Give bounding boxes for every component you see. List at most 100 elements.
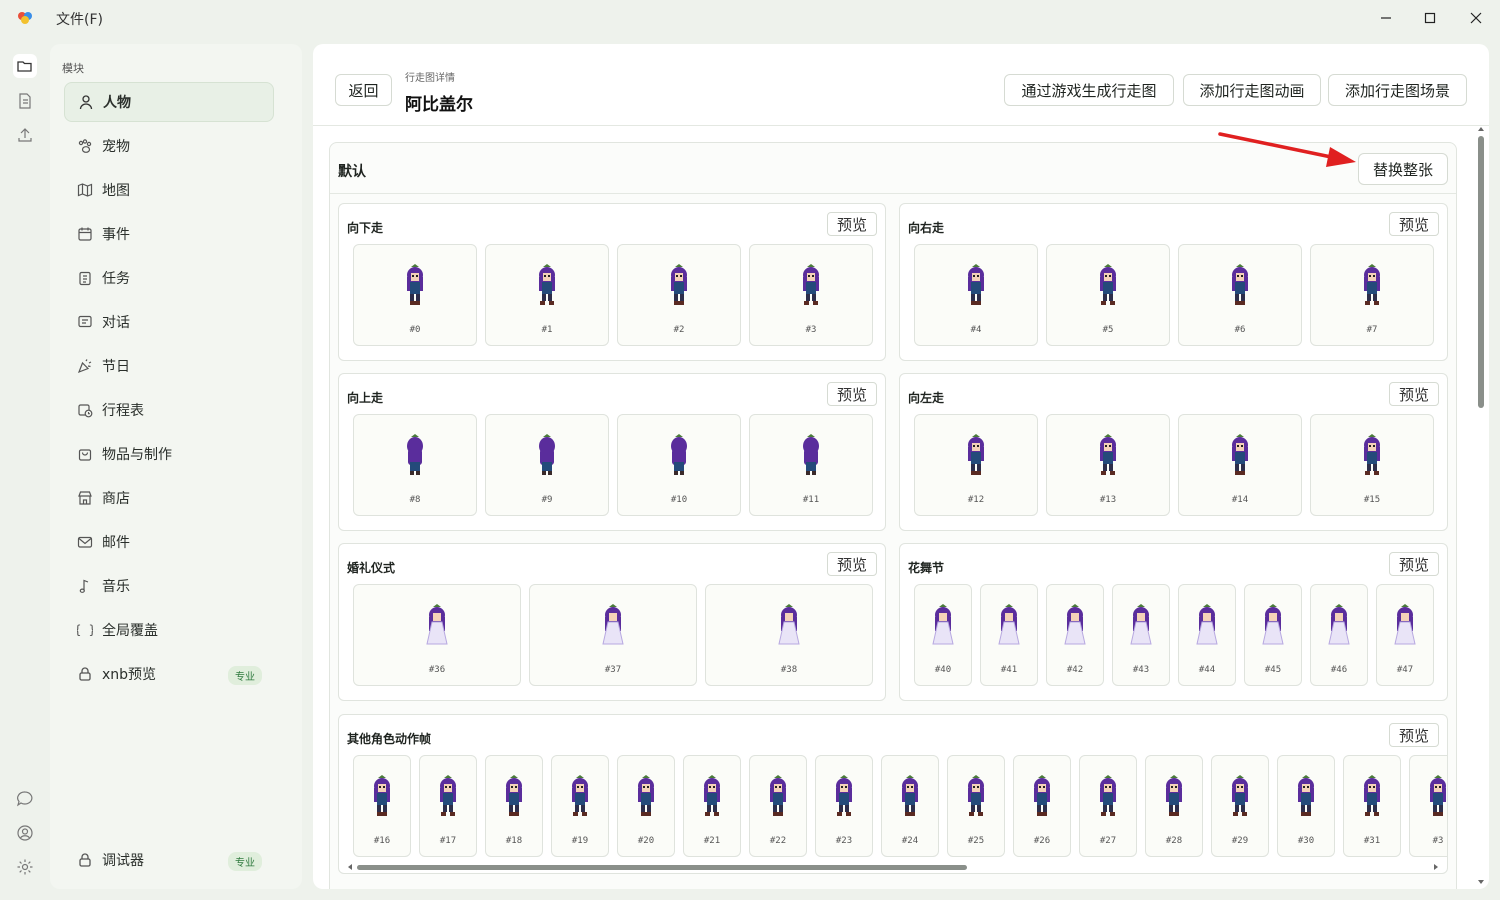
chat-icon bbox=[76, 313, 94, 331]
sprite-frame[interactable]: #42 bbox=[1046, 584, 1104, 686]
horizontal-scroll-thumb[interactable] bbox=[357, 865, 967, 870]
gear-icon bbox=[17, 859, 33, 875]
sprite-frame[interactable]: #14 bbox=[1178, 414, 1302, 516]
sidebar-item-7[interactable]: 行程表 bbox=[64, 390, 274, 430]
sprite-frame[interactable]: #28 bbox=[1145, 755, 1203, 857]
generate-from-game-button[interactable]: 通过游戏生成行走图 bbox=[1004, 74, 1174, 106]
animation-section: 向下走 预览 #0 #1 #2 #3 bbox=[338, 203, 886, 361]
sidebar-item-4[interactable]: 任务 bbox=[64, 258, 274, 298]
sprite-frame[interactable]: #17 bbox=[419, 755, 477, 857]
close-button[interactable] bbox=[1462, 6, 1490, 30]
frame-index-label: #12 bbox=[967, 495, 985, 505]
preview-button[interactable]: 预览 bbox=[1389, 382, 1439, 406]
sprite-frame[interactable]: #8 bbox=[353, 414, 477, 516]
replace-sheet-button[interactable]: 替换整张 bbox=[1358, 153, 1448, 185]
add-animation-button[interactable]: 添加行走图动画 bbox=[1183, 74, 1321, 106]
sidebar-item-3[interactable]: 事件 bbox=[64, 214, 274, 254]
frame-index-label: #18 bbox=[505, 836, 523, 846]
sprite-frame[interactable]: #29 bbox=[1211, 755, 1269, 857]
mail-icon bbox=[76, 533, 94, 551]
sprite-frame[interactable]: #26 bbox=[1013, 755, 1071, 857]
sprite-frame[interactable]: #21 bbox=[683, 755, 741, 857]
sidebar-item-11[interactable]: 音乐 bbox=[64, 566, 274, 606]
sidebar-item-debugger[interactable]: 调试器 专业 bbox=[64, 840, 274, 880]
folder-open-icon bbox=[17, 61, 32, 72]
sprite-frame[interactable]: #16 bbox=[353, 755, 411, 857]
vertical-scroll-thumb[interactable] bbox=[1478, 136, 1484, 408]
sprite-frame[interactable]: #15 bbox=[1310, 414, 1434, 516]
sidebar-item-9[interactable]: 商店 bbox=[64, 478, 274, 518]
sprite-frame[interactable]: #46 bbox=[1310, 584, 1368, 686]
sprite-frame[interactable]: #3 bbox=[1409, 755, 1447, 857]
sprite-frame[interactable]: #25 bbox=[947, 755, 1005, 857]
sidebar-item-label: xnb预览 bbox=[102, 667, 157, 683]
sprite-frame[interactable]: #6 bbox=[1178, 244, 1302, 346]
sidebar-item-1[interactable]: 宠物 bbox=[64, 126, 274, 166]
rail-feedback-button[interactable] bbox=[13, 787, 37, 811]
animation-section: 花舞节 预览 #40 #41 #42 #43 #44 #45 #46 #47 bbox=[899, 543, 1448, 701]
sidebar-item-label: 调试器 bbox=[102, 853, 144, 869]
rail-settings-button[interactable] bbox=[13, 855, 37, 879]
sprite-frame[interactable]: #5 bbox=[1046, 244, 1170, 346]
sprite-frame[interactable]: #20 bbox=[617, 755, 675, 857]
sidebar-item-10[interactable]: 邮件 bbox=[64, 522, 274, 562]
sprite-frame[interactable]: #30 bbox=[1277, 755, 1335, 857]
vertical-scrollbar[interactable] bbox=[1477, 127, 1485, 885]
sprite-frame[interactable]: #36 bbox=[353, 584, 521, 686]
sprite-frame[interactable]: #13 bbox=[1046, 414, 1170, 516]
menu-file[interactable]: 文件(F) bbox=[56, 9, 103, 29]
sprite-frame[interactable]: #4 bbox=[914, 244, 1038, 346]
sprite-frame[interactable]: #44 bbox=[1178, 584, 1236, 686]
add-scene-button[interactable]: 添加行走图场景 bbox=[1328, 74, 1467, 106]
sprite-frame[interactable]: #40 bbox=[914, 584, 972, 686]
rail-account-button[interactable] bbox=[13, 821, 37, 845]
upload-icon bbox=[18, 128, 32, 142]
sprite-frame[interactable]: #1 bbox=[485, 244, 609, 346]
rail-folder-button[interactable] bbox=[13, 54, 37, 78]
sprite-frame[interactable]: #9 bbox=[485, 414, 609, 516]
sprite-frame[interactable]: #10 bbox=[617, 414, 741, 516]
sprite-frame[interactable]: #31 bbox=[1343, 755, 1401, 857]
sprite-frame[interactable]: #0 bbox=[353, 244, 477, 346]
preview-button[interactable]: 预览 bbox=[827, 552, 877, 576]
sprite-frame[interactable]: #18 bbox=[485, 755, 543, 857]
sidebar-item-8[interactable]: 物品与制作 bbox=[64, 434, 274, 474]
frame-index-label: #29 bbox=[1231, 836, 1249, 846]
sprite-frame[interactable]: #7 bbox=[1310, 244, 1434, 346]
sidebar-item-2[interactable]: 地图 bbox=[64, 170, 274, 210]
minimize-button[interactable] bbox=[1372, 6, 1400, 30]
preview-button[interactable]: 预览 bbox=[827, 382, 877, 406]
sprite-frame[interactable]: #3 bbox=[749, 244, 873, 346]
back-button[interactable]: 返回 bbox=[335, 74, 392, 106]
sprite-frame[interactable]: #11 bbox=[749, 414, 873, 516]
sprite-frame[interactable]: #22 bbox=[749, 755, 807, 857]
sprite-frame[interactable]: #47 bbox=[1376, 584, 1434, 686]
frame-index-label: #21 bbox=[703, 836, 721, 846]
sidebar-item-5[interactable]: 对话 bbox=[64, 302, 274, 342]
sprite-frame[interactable]: #38 bbox=[705, 584, 873, 686]
sprite-frame[interactable]: #19 bbox=[551, 755, 609, 857]
sprite-frame[interactable]: #37 bbox=[529, 584, 697, 686]
rail-upload-button[interactable] bbox=[13, 123, 37, 147]
frame-index-label: #2 bbox=[673, 325, 685, 335]
sidebar-item-0[interactable]: 人物 bbox=[64, 82, 274, 122]
preview-button[interactable]: 预览 bbox=[1389, 552, 1439, 576]
sprite-frame[interactable]: #23 bbox=[815, 755, 873, 857]
horizontal-scrollbar[interactable] bbox=[329, 860, 1457, 874]
sprite-frame[interactable]: #24 bbox=[881, 755, 939, 857]
panel-divider bbox=[330, 193, 1456, 194]
sprite-frame[interactable]: #43 bbox=[1112, 584, 1170, 686]
sprite-frame[interactable]: #12 bbox=[914, 414, 1038, 516]
sidebar-item-6[interactable]: 节日 bbox=[64, 346, 274, 386]
sprite-frame[interactable]: #2 bbox=[617, 244, 741, 346]
maximize-button[interactable] bbox=[1416, 6, 1444, 30]
rail-document-button[interactable] bbox=[13, 89, 37, 113]
preview-button[interactable]: 预览 bbox=[1389, 212, 1439, 236]
sprite-frame[interactable]: #27 bbox=[1079, 755, 1137, 857]
sprite-frame[interactable]: #41 bbox=[980, 584, 1038, 686]
preview-button[interactable]: 预览 bbox=[1389, 723, 1439, 747]
preview-button[interactable]: 预览 bbox=[827, 212, 877, 236]
sidebar-item-12[interactable]: { } 全局覆盖 bbox=[64, 610, 274, 650]
sprite-frame[interactable]: #45 bbox=[1244, 584, 1302, 686]
sidebar-item-13[interactable]: xnb预览 专业 bbox=[64, 654, 274, 694]
